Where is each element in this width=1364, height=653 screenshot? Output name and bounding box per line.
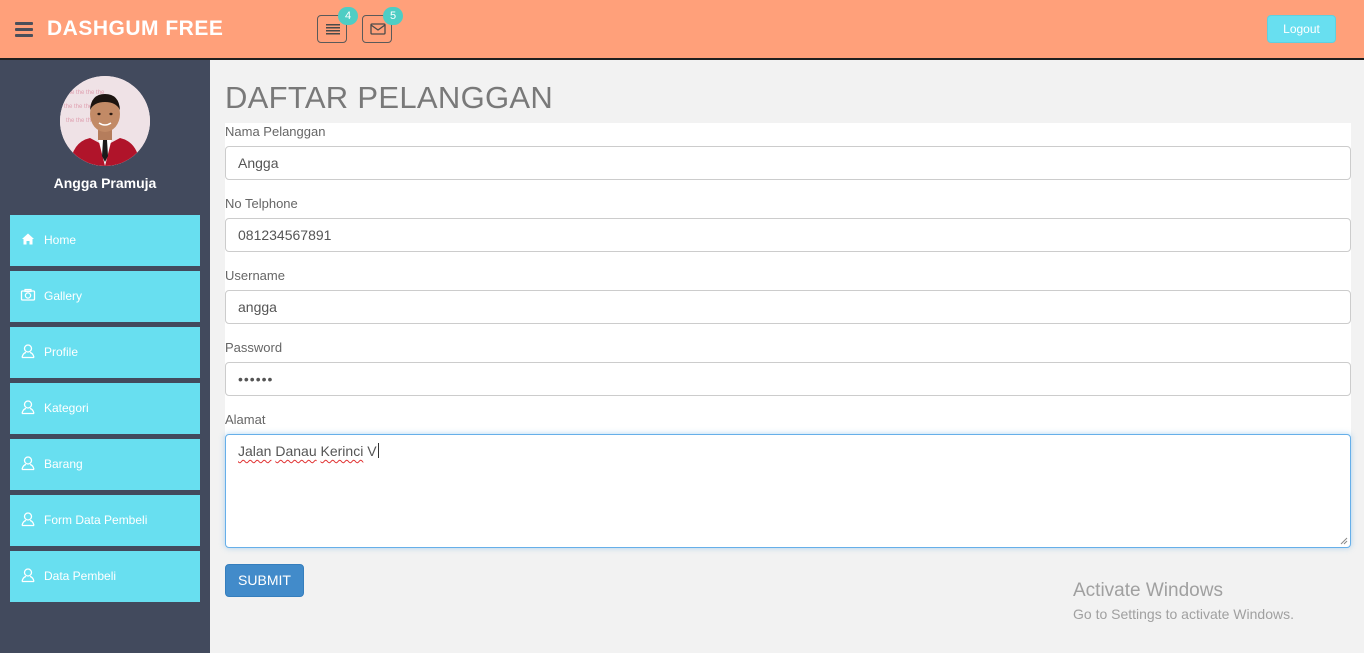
camera-icon	[20, 288, 36, 301]
nama-pelanggan-label: Nama Pelanggan	[225, 124, 326, 139]
tasks-count-badge: 4	[338, 7, 358, 25]
username-input[interactable]: angga	[225, 290, 1351, 324]
submit-button[interactable]: SUBMIT	[225, 564, 304, 597]
tasks-icon	[326, 24, 340, 35]
sidebar-item-home[interactable]: Home	[10, 215, 200, 266]
sidebar-nav: Home Gallery Profile Kategori Barang For…	[10, 215, 200, 607]
sidebar-item-label: Form Data Pembeli	[44, 513, 148, 527]
sidebar-item-label: Profile	[44, 345, 79, 359]
tasks-notification-button[interactable]: 4	[317, 7, 358, 43]
activate-windows-watermark: Activate Windows Go to Settings to activ…	[1073, 580, 1294, 622]
text-cursor	[377, 443, 379, 458]
username-label: Username	[225, 268, 285, 283]
resize-grip-icon[interactable]	[1340, 537, 1348, 545]
user-icon	[21, 456, 35, 471]
app-logo[interactable]: DASHGUM FREE	[47, 17, 223, 41]
sidebar: the the the the the the the the the the …	[0, 60, 210, 653]
main-content: DAFTAR PELANGGAN Nama Pelanggan Angga No…	[210, 60, 1364, 653]
sidebar-item-profile[interactable]: Profile	[10, 327, 200, 378]
home-icon	[22, 233, 34, 245]
messages-count-badge: 5	[383, 7, 403, 25]
logout-button[interactable]: Logout	[1267, 15, 1336, 43]
menu-toggle-icon[interactable]	[15, 22, 33, 37]
alamat-textarea[interactable]: Jalan Danau Kerinci V	[225, 434, 1351, 548]
address-word: Jalan	[238, 443, 272, 459]
page-title: DAFTAR PELANGGAN	[225, 80, 554, 115]
messages-notification-button[interactable]: 5	[362, 7, 403, 43]
address-word: Danau	[275, 443, 317, 459]
address-word: V	[367, 443, 377, 459]
sidebar-item-label: Home	[44, 233, 77, 247]
user-icon	[21, 344, 35, 359]
user-name: Angga Pramuja	[53, 175, 157, 191]
avatar[interactable]: the the the the the the the the the the …	[60, 76, 150, 166]
sidebar-item-form-data-pembeli[interactable]: Form Data Pembeli	[10, 495, 200, 546]
envelope-icon	[370, 23, 386, 35]
address-word: Kerinci	[320, 443, 364, 459]
no-telphone-label: No Telphone	[225, 196, 298, 211]
sidebar-item-label: Data Pembeli	[44, 569, 117, 583]
user-icon	[21, 400, 35, 415]
sidebar-item-data-pembeli[interactable]: Data Pembeli	[10, 551, 200, 602]
nama-pelanggan-input[interactable]: Angga	[225, 146, 1351, 180]
sidebar-item-label: Kategori	[44, 401, 89, 415]
watermark-title: Activate Windows	[1073, 580, 1223, 601]
sidebar-item-label: Barang	[44, 457, 83, 471]
password-input[interactable]: ••••••	[225, 362, 1351, 396]
user-icon	[21, 568, 35, 583]
password-label: Password	[225, 340, 283, 355]
watermark-subtitle: Go to Settings to activate Windows.	[1073, 606, 1294, 622]
sidebar-item-barang[interactable]: Barang	[10, 439, 200, 490]
sidebar-item-kategori[interactable]: Kategori	[10, 383, 200, 434]
user-icon	[21, 512, 35, 527]
top-header: DASHGUM FREE 4 5 Logout	[0, 0, 1364, 60]
sidebar-item-gallery[interactable]: Gallery	[10, 271, 200, 322]
no-telphone-input[interactable]: 081234567891	[225, 218, 1351, 252]
alamat-label: Alamat	[225, 412, 266, 427]
sidebar-item-label: Gallery	[44, 289, 83, 303]
